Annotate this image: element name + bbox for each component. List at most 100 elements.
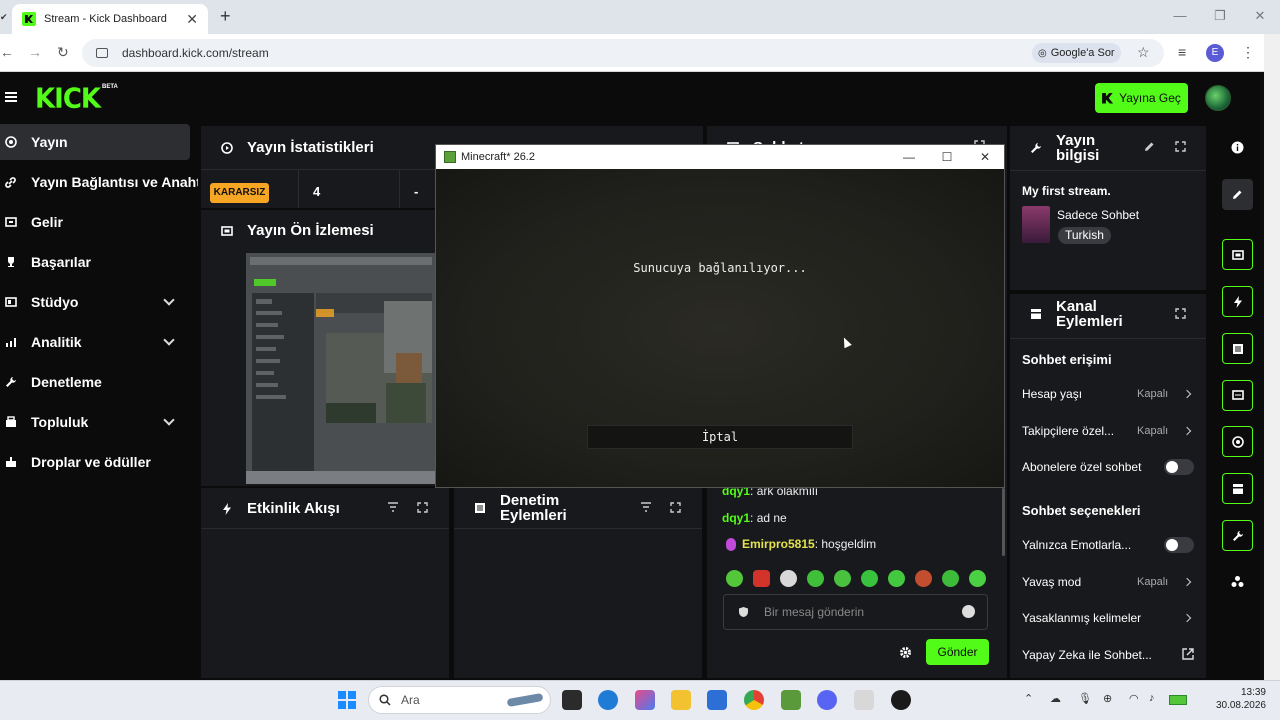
sidebar-item-droplar[interactable]: Droplar ve ödüller — [0, 444, 198, 480]
kick-logo[interactable]: KICK — [35, 83, 101, 115]
google-lens-button[interactable]: ◎ Google'a Sor — [1032, 43, 1121, 63]
windows-start-icon[interactable] — [338, 691, 356, 709]
rail-activity-button[interactable] — [1222, 286, 1253, 317]
sidebar-item-basarilar[interactable]: Başarılar — [0, 244, 198, 280]
emote-icon[interactable] — [969, 570, 986, 587]
filter-icon[interactable] — [387, 502, 399, 512]
tab-list-chevron-icon[interactable]: ✔ — [0, 12, 8, 23]
emote-icon[interactable] — [861, 570, 878, 587]
emote-icon[interactable] — [780, 570, 797, 587]
emote-icon[interactable] — [915, 570, 932, 587]
menu-hamburger-icon[interactable] — [5, 92, 17, 102]
go-live-button[interactable]: Yayına Geç — [1095, 83, 1188, 113]
page-scrollbar[interactable] — [1264, 34, 1280, 680]
sidebar-item-yayin[interactable]: Yayın — [0, 124, 190, 160]
cancel-button[interactable]: İptal — [587, 425, 853, 449]
account-age-value[interactable]: Kapalı — [1137, 388, 1168, 400]
emote-icon[interactable] — [942, 570, 959, 587]
sidebar-item-topluluk[interactable]: Topluluk — [0, 404, 198, 440]
subscribers-only-toggle[interactable] — [1164, 459, 1194, 475]
rail-preview-button[interactable] — [1222, 239, 1253, 270]
rail-chat-button[interactable] — [1222, 380, 1253, 411]
tab-close-icon[interactable]: ✕ — [186, 11, 198, 28]
site-controls-icon[interactable] — [96, 48, 108, 58]
copilot-icon[interactable] — [635, 690, 655, 710]
close-window-icon[interactable]: ✕ — [1240, 0, 1280, 34]
tray-chevron-up-icon[interactable]: ⌃ — [1024, 692, 1033, 705]
maximize-icon[interactable]: ☐ — [928, 145, 966, 169]
slow-mode-value[interactable]: Kapalı — [1137, 576, 1168, 588]
expand-icon[interactable] — [417, 502, 428, 513]
followers-only-label[interactable]: Takipçilere özel... — [1022, 424, 1114, 438]
rail-channel-button[interactable] — [1222, 473, 1253, 504]
maximize-icon[interactable]: ❐ — [1200, 0, 1240, 34]
chat-username[interactable]: Emirpro5815 — [742, 537, 815, 551]
task-view-icon[interactable] — [562, 690, 582, 710]
sidebar-item-stream-key[interactable]: Yayın Bağlantısı ve Anahtarı — [0, 164, 198, 200]
external-link-icon[interactable] — [1182, 648, 1194, 660]
expand-icon[interactable] — [1175, 141, 1186, 152]
emote-icon[interactable] — [888, 570, 905, 587]
chat-settings-gear-icon[interactable] — [899, 646, 912, 659]
browser-menu-icon[interactable]: ⋮ — [1241, 44, 1255, 61]
obs-icon[interactable] — [891, 690, 911, 710]
sidebar-item-gelir[interactable]: Gelir — [0, 204, 198, 240]
filter-icon[interactable] — [640, 502, 652, 512]
rail-info-button[interactable] — [1222, 520, 1253, 551]
url-field[interactable]: dashboard.kick.com/stream — [82, 39, 1164, 67]
info-icon[interactable] — [1222, 132, 1253, 163]
discord-icon[interactable] — [817, 690, 837, 710]
taskbar-search[interactable]: Ara — [368, 686, 551, 714]
expand-icon[interactable] — [670, 502, 681, 513]
app-icon[interactable] — [854, 690, 874, 710]
expand-icon[interactable] — [1175, 308, 1186, 319]
emoji-icon[interactable] — [962, 605, 975, 618]
emote-icon[interactable] — [753, 570, 770, 587]
user-avatar[interactable] — [1205, 85, 1231, 111]
edge-icon[interactable] — [598, 690, 618, 710]
back-icon[interactable]: ← — [0, 44, 14, 60]
chat-input[interactable]: Bir mesaj gönderin — [723, 594, 988, 630]
minecraft-titlebar[interactable]: Minecraft* 26.2 — ☐ ✕ — [436, 145, 1004, 169]
minimize-icon[interactable]: — — [1160, 0, 1200, 34]
sidebar-item-analitik[interactable]: Analitik — [0, 324, 198, 360]
browser-tab[interactable]: Stream - Kick Dashboard ✕ — [12, 4, 208, 34]
ai-chat-label[interactable]: Yapay Zeka ile Sohbet... — [1022, 648, 1152, 662]
reload-icon[interactable]: ↻ — [57, 44, 69, 61]
wifi-icon[interactable]: ◠ — [1129, 692, 1139, 705]
battery-icon[interactable] — [1169, 695, 1187, 705]
rail-modlog-button[interactable] — [1222, 333, 1253, 364]
new-tab-icon[interactable]: + — [220, 6, 231, 27]
rail-layout-icon[interactable] — [1222, 566, 1253, 597]
taskbar-clock[interactable]: 13:39 30.08.2026 — [1196, 686, 1266, 712]
slow-mode-label[interactable]: Yavaş mod — [1022, 575, 1081, 589]
security-icon[interactable]: ⊕ — [1103, 692, 1112, 705]
volume-icon[interactable]: ♪ — [1149, 692, 1155, 704]
chrome-icon[interactable] — [744, 690, 764, 710]
edit-pencil-icon[interactable] — [1222, 179, 1253, 210]
sidebar-item-denetleme[interactable]: Denetleme — [0, 364, 198, 400]
account-age-label[interactable]: Hesap yaşı — [1022, 387, 1082, 401]
onedrive-icon[interactable]: ☁ — [1050, 692, 1061, 705]
emote-icon[interactable] — [834, 570, 851, 587]
category-name[interactable]: Sadece Sohbet — [1057, 208, 1139, 222]
edit-pencil-icon[interactable] — [1144, 141, 1155, 152]
shield-icon[interactable] — [738, 606, 749, 618]
banned-words-label[interactable]: Yasaklanmış kelimeler — [1022, 611, 1141, 625]
rail-stats-button[interactable] — [1222, 426, 1253, 457]
sidebar-item-studyo[interactable]: Stüdyo — [0, 284, 198, 320]
minecraft-taskbar-icon[interactable] — [781, 690, 801, 710]
followers-only-value[interactable]: Kapalı — [1137, 425, 1168, 437]
close-icon[interactable]: ✕ — [966, 145, 1004, 169]
emote-icon[interactable] — [726, 570, 743, 587]
mic-icon[interactable]: 🎙 — [1078, 692, 1092, 705]
minimize-icon[interactable]: — — [890, 145, 928, 169]
forward-icon[interactable]: → — [28, 44, 42, 60]
emotes-only-toggle[interactable] — [1164, 537, 1194, 553]
stream-preview-thumbnail[interactable] — [246, 253, 436, 484]
emote-icon[interactable] — [807, 570, 824, 587]
chat-username[interactable]: dqy1 — [722, 511, 750, 525]
profile-avatar[interactable]: E — [1206, 44, 1224, 62]
chat-scrollbar[interactable] — [1002, 488, 1005, 556]
send-button[interactable]: Gönder — [926, 639, 989, 665]
